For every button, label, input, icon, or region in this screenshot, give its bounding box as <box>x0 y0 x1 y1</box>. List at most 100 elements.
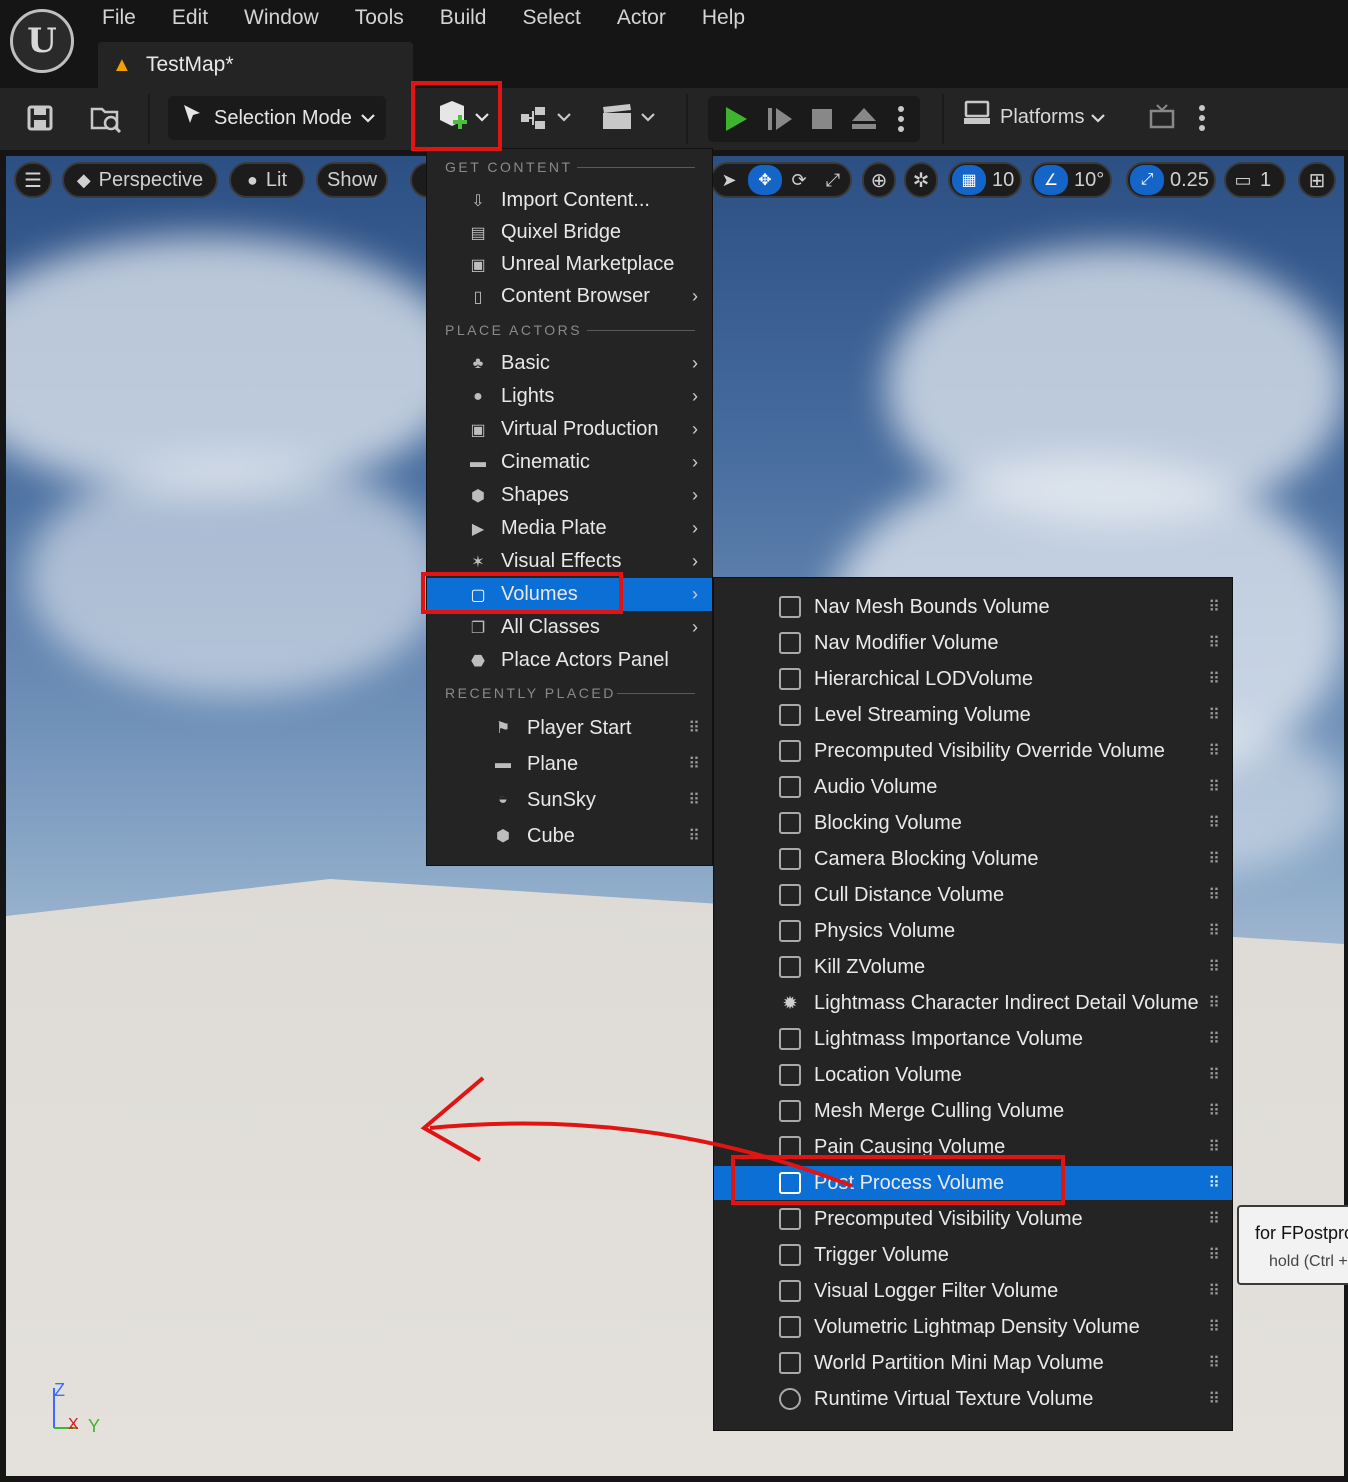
volume-item-nav-mesh-bounds[interactable]: Nav Mesh Bounds Volume ⠿ <box>714 590 1232 624</box>
menu-item-import-content[interactable]: ⇩ Import Content... <box>427 184 712 217</box>
drag-handle-icon[interactable]: ⠿ <box>1208 885 1220 905</box>
volume-item-blocking[interactable]: Blocking Volume ⠿ <box>714 806 1232 840</box>
menu-item-shapes[interactable]: ⬢ Shapes › <box>427 479 712 512</box>
grid-snap-group[interactable]: ▦ 10 <box>948 162 1022 198</box>
drag-handle-icon[interactable]: ⠿ <box>688 754 700 774</box>
volume-item-camera-blocking[interactable]: Camera Blocking Volume ⠿ <box>714 842 1232 876</box>
more-options-icon[interactable] <box>1192 98 1212 138</box>
surface-snap-icon[interactable]: ✲ <box>904 162 938 198</box>
menu-build[interactable]: Build <box>422 4 505 34</box>
play-icon[interactable] <box>720 99 752 139</box>
eject-icon[interactable] <box>848 99 880 139</box>
blueprint-dropdown-icon[interactable] <box>518 98 574 138</box>
drag-handle-icon[interactable]: ⠿ <box>1208 597 1220 617</box>
drag-handle-icon[interactable]: ⠿ <box>1208 813 1220 833</box>
drag-handle-icon[interactable]: ⠿ <box>1208 921 1220 941</box>
volume-item-lightmass-importance[interactable]: Lightmass Importance Volume ⠿ <box>714 1022 1232 1056</box>
play-options-icon[interactable] <box>890 99 912 139</box>
volume-item-world-partition-mini-map[interactable]: World Partition Mini Map Volume ⠿ <box>714 1346 1232 1380</box>
volume-item-nav-modifier[interactable]: Nav Modifier Volume ⠿ <box>714 626 1232 660</box>
recent-item-cube[interactable]: ⬢ Cube ⠿ <box>427 818 712 854</box>
menu-tools[interactable]: Tools <box>337 4 422 34</box>
content-browser-icon[interactable] <box>84 98 128 138</box>
drag-handle-icon[interactable]: ⠿ <box>1208 993 1220 1013</box>
volume-item-precomputed-visibility-override[interactable]: Precomputed Visibility Override Volume ⠿ <box>714 734 1232 768</box>
drag-handle-icon[interactable]: ⠿ <box>1208 1101 1220 1121</box>
cinematics-dropdown-icon[interactable] <box>600 98 658 138</box>
scale-icon[interactable]: ⤢ <box>816 170 850 191</box>
menu-item-place-actors-panel[interactable]: ⬣ Place Actors Panel <box>427 644 712 677</box>
drag-handle-icon[interactable]: ⠿ <box>688 826 700 846</box>
drag-handle-icon[interactable]: ⠿ <box>1208 1209 1220 1229</box>
perspective-button[interactable]: ◆ Perspective <box>62 162 218 198</box>
menu-item-content-browser[interactable]: ▯ Content Browser › <box>427 280 712 313</box>
drag-handle-icon[interactable]: ⠿ <box>688 718 700 738</box>
recent-item-player-start[interactable]: ⚑ Player Start ⠿ <box>427 710 712 746</box>
menu-item-all-classes[interactable]: ❐ All Classes › <box>427 611 712 644</box>
viewport-layout-icon[interactable]: ⊞ <box>1298 162 1336 198</box>
drag-handle-icon[interactable]: ⠿ <box>1208 1317 1220 1337</box>
drag-handle-icon[interactable]: ⠿ <box>1208 1389 1220 1409</box>
drag-handle-icon[interactable]: ⠿ <box>1208 957 1220 977</box>
rotate-icon[interactable]: ⟳ <box>782 170 816 191</box>
unreal-logo-icon[interactable]: U <box>10 9 74 73</box>
drag-handle-icon[interactable]: ⠿ <box>1208 777 1220 797</box>
drag-handle-icon[interactable]: ⠿ <box>1208 1173 1220 1193</box>
menu-select[interactable]: Select <box>504 4 598 34</box>
rotation-snap-group[interactable]: ∠ 10° <box>1030 162 1112 198</box>
volume-item-location[interactable]: Location Volume ⠿ <box>714 1058 1232 1092</box>
translate-icon[interactable]: ✥ <box>748 165 782 195</box>
drag-handle-icon[interactable]: ⠿ <box>1208 705 1220 725</box>
recent-item-sunsky[interactable]: ◒ SunSky ⠿ <box>427 782 712 818</box>
drag-handle-icon[interactable]: ⠿ <box>1208 1281 1220 1301</box>
menu-file[interactable]: File <box>84 4 154 34</box>
select-arrow-icon[interactable]: ➤ <box>712 170 746 191</box>
volume-item-audio[interactable]: Audio Volume ⠿ <box>714 770 1232 804</box>
lit-button[interactable]: ● Lit <box>229 162 305 198</box>
menu-item-unreal-marketplace[interactable]: ▣ Unreal Marketplace <box>427 248 712 281</box>
volume-item-cull-distance[interactable]: Cull Distance Volume ⠿ <box>714 878 1232 912</box>
menu-edit[interactable]: Edit <box>154 4 226 34</box>
drag-handle-icon[interactable]: ⠿ <box>1208 633 1220 653</box>
menu-item-virtual-production[interactable]: ▣ Virtual Production › <box>427 413 712 446</box>
settings-device-icon[interactable] <box>1146 98 1182 138</box>
drag-handle-icon[interactable]: ⠿ <box>1208 741 1220 761</box>
camera-speed-group[interactable]: ▭ 1 <box>1224 162 1286 198</box>
volume-item-precomputed-visibility[interactable]: Precomputed Visibility Volume ⠿ <box>714 1202 1232 1236</box>
menu-help[interactable]: Help <box>684 4 763 34</box>
world-space-icon[interactable]: ⊕ <box>862 162 896 198</box>
platforms-dropdown[interactable]: Platforms <box>962 100 1106 134</box>
scale-snap-group[interactable]: ⤢ 0.25 <box>1126 162 1216 198</box>
angle-snap-icon[interactable]: ∠ <box>1034 165 1068 195</box>
drag-handle-icon[interactable]: ⠿ <box>1208 1245 1220 1265</box>
volume-item-hierarchical-lod[interactable]: Hierarchical LODVolume ⠿ <box>714 662 1232 696</box>
selection-mode-dropdown[interactable]: Selection Mode <box>168 96 386 140</box>
volume-item-runtime-virtual-texture[interactable]: Runtime Virtual Texture Volume ⠿ <box>714 1382 1232 1416</box>
tab-testmap[interactable]: ▲ TestMap* <box>98 42 413 88</box>
drag-handle-icon[interactable]: ⠿ <box>1208 1065 1220 1085</box>
drag-handle-icon[interactable]: ⠿ <box>1208 1029 1220 1049</box>
stop-icon[interactable] <box>806 99 838 139</box>
menu-item-basic[interactable]: ♣ Basic › <box>427 347 712 380</box>
volume-item-lightmass-character-indirect[interactable]: ✹ Lightmass Character Indirect Detail Vo… <box>714 986 1232 1020</box>
volume-item-kill-z[interactable]: Kill ZVolume ⠿ <box>714 950 1232 984</box>
menu-item-cinematic[interactable]: ▬ Cinematic › <box>427 446 712 479</box>
viewport-menu-icon[interactable]: ☰ <box>14 162 52 198</box>
grid-snap-icon[interactable]: ▦ <box>952 165 986 195</box>
menu-window[interactable]: Window <box>226 4 337 34</box>
volume-item-trigger[interactable]: Trigger Volume ⠿ <box>714 1238 1232 1272</box>
volume-item-physics[interactable]: Physics Volume ⠿ <box>714 914 1232 948</box>
drag-handle-icon[interactable]: ⠿ <box>1208 849 1220 869</box>
drag-handle-icon[interactable]: ⠿ <box>688 790 700 810</box>
volume-item-level-streaming[interactable]: Level Streaming Volume ⠿ <box>714 698 1232 732</box>
menu-actor[interactable]: Actor <box>599 4 684 34</box>
save-icon[interactable] <box>20 98 60 138</box>
menu-item-media-plate[interactable]: ▶ Media Plate › <box>427 512 712 545</box>
scale-snap-icon[interactable]: ⤢ <box>1130 165 1164 195</box>
menu-item-quixel-bridge[interactable]: ▤ Quixel Bridge <box>427 216 712 249</box>
show-button[interactable]: Show <box>316 162 388 198</box>
volume-item-visual-logger-filter[interactable]: Visual Logger Filter Volume ⠿ <box>714 1274 1232 1308</box>
volume-item-mesh-merge-culling[interactable]: Mesh Merge Culling Volume ⠿ <box>714 1094 1232 1128</box>
volume-item-volumetric-lightmap-density[interactable]: Volumetric Lightmap Density Volume ⠿ <box>714 1310 1232 1344</box>
advance-frame-icon[interactable] <box>764 99 796 139</box>
